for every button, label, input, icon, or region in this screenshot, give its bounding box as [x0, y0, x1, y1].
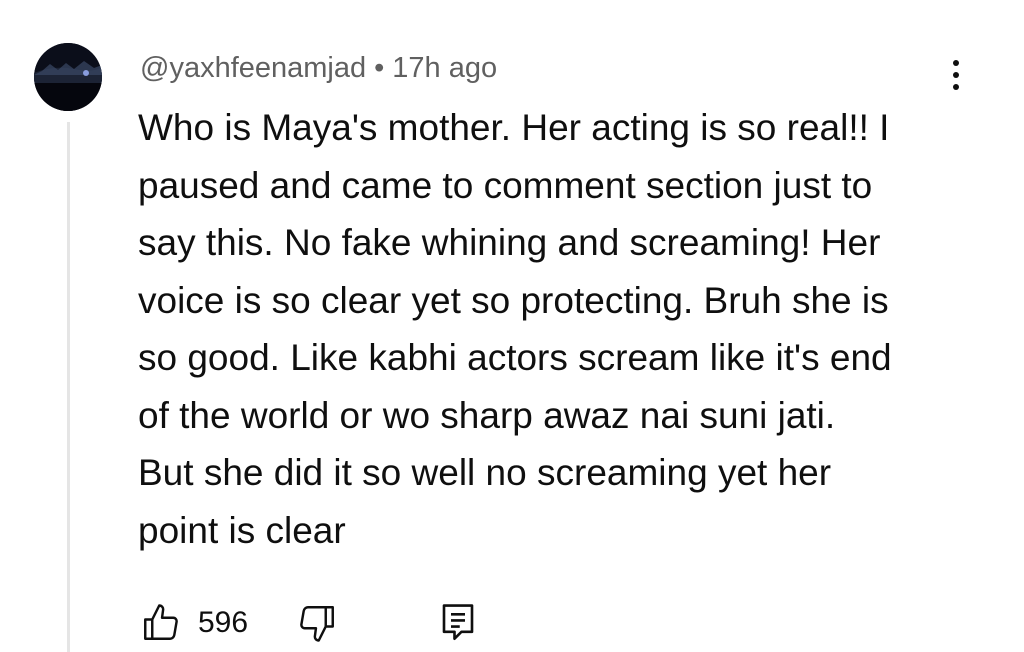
meta-separator: •: [374, 52, 385, 84]
thumbs-up-icon: [144, 604, 178, 640]
comment-text-line: point is clear: [138, 509, 346, 551]
reply-button[interactable]: [438, 602, 478, 644]
reply-comment-icon: [442, 604, 474, 641]
comment-text-line: say this. No fake whining and screaming!…: [138, 222, 881, 263]
thumbs-down-icon: [300, 606, 335, 642]
comment-text-line: voice is so clear yet so protecting. Bru…: [138, 279, 889, 321]
comment-text-line: of the world or wo sharp awaz nai suni j…: [138, 394, 836, 436]
comment-text-line: paused and came to comment section just …: [138, 164, 873, 206]
avatar[interactable]: [34, 43, 102, 111]
comment-meta: @yaxhfeenamjad • 17h ago: [140, 50, 497, 86]
comment-text-line: Who is Maya's mother. Her acting is so r…: [138, 107, 890, 148]
like-count: 596: [198, 606, 249, 639]
avatar-image: [34, 43, 102, 111]
comment-text: Who is Maya's mother. Her acting is so r…: [138, 99, 958, 559]
dislike-button[interactable]: [296, 602, 338, 644]
comment-username[interactable]: @yaxhfeenamjad: [140, 52, 366, 84]
comment-text-line: But she did it so well no screaming yet …: [138, 452, 832, 493]
more-vert-icon: [944, 60, 968, 90]
comment-actions: 596: [140, 598, 478, 648]
like-button[interactable]: 596: [140, 602, 248, 644]
more-options-button[interactable]: [944, 60, 968, 100]
thread-line: [67, 122, 70, 652]
comment-text-line: so good. Like kabhi actors scream like i…: [138, 337, 892, 378]
comment-timestamp: 17h ago: [392, 52, 498, 84]
